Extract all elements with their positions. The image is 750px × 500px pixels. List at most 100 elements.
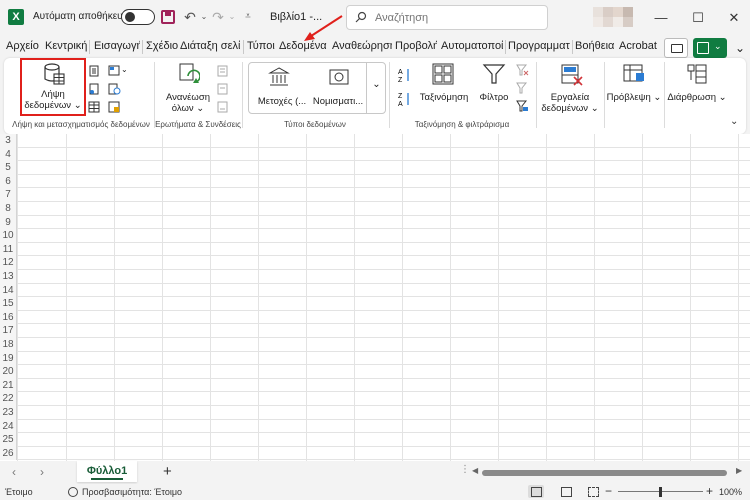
outline-button[interactable]: Διάρθρωση ⌄ xyxy=(666,60,728,114)
edit-links-icon[interactable] xyxy=(216,101,229,113)
add-sheet-button[interactable]: + xyxy=(163,463,172,480)
zoom-in-button[interactable]: + xyxy=(706,484,713,498)
from-range-icon[interactable] xyxy=(88,101,101,113)
data-tools-icon xyxy=(561,64,583,86)
row-header[interactable]: 16 xyxy=(0,310,17,325)
row-header[interactable]: 6 xyxy=(0,174,17,189)
row-header[interactable]: 14 xyxy=(0,283,17,298)
data-tools-button[interactable]: Εργαλεία δεδομένων ⌄ xyxy=(538,60,602,114)
next-sheet-icon[interactable]: › xyxy=(40,465,44,479)
data-types-more-icon[interactable]: ⌄ xyxy=(366,63,386,113)
collapse-ribbon-icon[interactable]: ⌄ xyxy=(730,116,738,127)
sheet-tab-active[interactable]: Φύλλο1 xyxy=(77,461,137,482)
row-header[interactable]: 3 xyxy=(0,134,17,148)
scrollbar-thumb[interactable] xyxy=(482,470,727,476)
row-header[interactable]: 13 xyxy=(0,270,17,284)
tab-view[interactable]: Προβολή xyxy=(395,40,437,52)
recent-sources-icon[interactable] xyxy=(108,83,121,95)
clear-filter-icon[interactable] xyxy=(516,64,529,76)
row-header[interactable]: 26 xyxy=(0,446,17,461)
row-header[interactable]: 20 xyxy=(0,365,17,379)
sort-button[interactable]: Ταξινόμηση xyxy=(416,60,472,114)
row-gridline xyxy=(17,160,750,162)
spreadsheet-grid[interactable]: 3 4 5 6 7 8 9 10 11 12 13 14 15 16 17 18 19 20 21 22 23 24 25 2… xyxy=(0,134,750,461)
tab-help[interactable]: Βοήθεια xyxy=(575,40,615,52)
row-header[interactable]: 22 xyxy=(0,392,17,406)
zoom-level[interactable]: 100% xyxy=(719,487,742,497)
row-header[interactable]: 10 xyxy=(0,229,17,243)
bank-icon xyxy=(268,67,290,86)
toggle-knob xyxy=(125,12,135,22)
tab-developer[interactable]: Προγραμματ xyxy=(508,40,570,52)
close-button[interactable]: ✕ xyxy=(724,8,744,28)
zoom-out-button[interactable]: − xyxy=(605,484,612,498)
row-header[interactable]: 11 xyxy=(0,242,17,257)
redo-dropdown-icon[interactable]: ⌄ xyxy=(224,9,240,25)
comments-button[interactable] xyxy=(664,38,688,58)
prev-sheet-icon[interactable]: ‹ xyxy=(12,465,16,479)
row-gridline xyxy=(17,241,750,243)
save-icon[interactable] xyxy=(160,9,176,25)
row-header[interactable]: 9 xyxy=(0,215,17,230)
row-gridline xyxy=(17,364,750,366)
row-header[interactable]: 23 xyxy=(0,406,17,420)
scroll-left-icon[interactable]: ◀ xyxy=(472,466,478,475)
tab-automate[interactable]: Αυτοματοποί xyxy=(441,40,503,52)
tab-page-layout[interactable]: Διάταξη σελίδ xyxy=(180,40,240,52)
tab-acrobat[interactable]: Acrobat xyxy=(619,40,657,52)
scroll-right-icon[interactable]: ▶ xyxy=(736,466,742,475)
from-table-icon[interactable] xyxy=(88,83,101,95)
row-header[interactable]: 24 xyxy=(0,419,17,434)
row-header[interactable]: 7 xyxy=(0,188,17,202)
tab-draw[interactable]: Σχέδιο xyxy=(146,40,178,52)
scrollbar-splitter-icon[interactable]: ⋮ xyxy=(460,464,470,475)
row-header[interactable]: 5 xyxy=(0,161,17,175)
stocks-button[interactable]: Μετοχές (... xyxy=(250,64,308,112)
search-input[interactable] xyxy=(375,10,540,26)
row-header[interactable]: 17 xyxy=(0,324,17,338)
existing-connections-icon[interactable] xyxy=(108,101,121,113)
queries-connections-icon[interactable] xyxy=(216,65,229,77)
customize-qat-icon[interactable]: ⩡ xyxy=(240,9,256,25)
row-gridline xyxy=(17,296,750,298)
user-avatar[interactable] xyxy=(593,7,638,27)
maximize-button[interactable]: ☐ xyxy=(688,8,708,28)
forecast-button[interactable]: Πρόβλεψη ⌄ xyxy=(606,60,662,114)
currencies-button[interactable]: Νομισματι... xyxy=(310,64,366,112)
row-header[interactable]: 19 xyxy=(0,351,17,366)
reapply-filter-icon[interactable] xyxy=(516,82,529,94)
refresh-all-button[interactable]: Ανανέωση όλων ⌄ xyxy=(160,60,216,114)
filter-button[interactable]: Φίλτρο xyxy=(474,60,514,114)
row-header[interactable]: 21 xyxy=(0,378,17,393)
row-header[interactable]: 4 xyxy=(0,147,17,162)
ribbon-options-icon[interactable]: ⌄ xyxy=(733,38,747,58)
accessibility-status[interactable]: Προσβασιμότητα: Έτοιμο xyxy=(82,487,182,497)
share-button[interactable]: ⌄ xyxy=(693,38,727,58)
tab-home[interactable]: Κεντρική xyxy=(45,40,87,52)
accessibility-icon[interactable] xyxy=(68,487,78,497)
normal-view-button[interactable] xyxy=(528,485,544,498)
minimize-button[interactable]: — xyxy=(651,8,671,28)
row-header[interactable]: 25 xyxy=(0,433,17,447)
horizontal-scrollbar[interactable]: ⋮ ◀ ▶ xyxy=(460,464,745,478)
tab-insert[interactable]: Εισαγωγή xyxy=(94,40,140,52)
row-header[interactable]: 8 xyxy=(0,202,17,216)
properties-icon[interactable] xyxy=(216,83,229,95)
recent-sources-dropdown-icon[interactable]: ⌄ xyxy=(121,64,128,75)
advanced-filter-icon[interactable] xyxy=(516,100,529,112)
sort-az-icon[interactable]: AZ xyxy=(398,67,412,83)
page-layout-view-button[interactable] xyxy=(558,485,574,498)
row-header[interactable]: 15 xyxy=(0,297,17,311)
tab-file[interactable]: Αρχείο xyxy=(6,40,40,52)
get-data-button[interactable]: Λήψη δεδομένων ⌄ xyxy=(22,60,84,114)
zoom-slider-thumb[interactable] xyxy=(659,487,662,497)
from-web-icon[interactable] xyxy=(108,65,121,77)
page-break-view-button[interactable] xyxy=(585,485,601,498)
row-header[interactable]: 18 xyxy=(0,338,17,352)
autosave-toggle[interactable] xyxy=(121,9,155,25)
row-header[interactable]: 12 xyxy=(0,256,17,270)
sort-za-icon[interactable]: ZA xyxy=(398,91,412,107)
from-text-csv-icon[interactable] xyxy=(88,65,101,77)
search-box[interactable] xyxy=(346,5,548,30)
tab-formulas[interactable]: Τύποι xyxy=(247,40,275,52)
